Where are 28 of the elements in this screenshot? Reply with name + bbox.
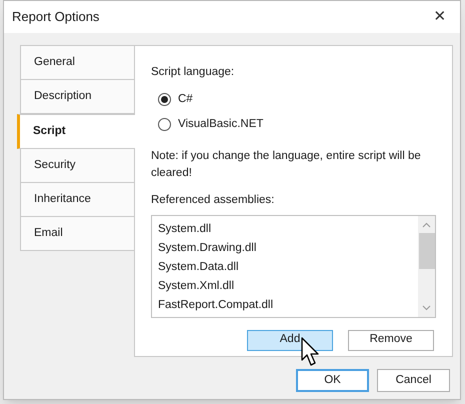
window-title: Report Options bbox=[12, 8, 100, 26]
tab[interactable]: Script bbox=[17, 114, 135, 149]
list-action-button[interactable]: Add bbox=[247, 330, 333, 350]
tab[interactable]: Description bbox=[20, 79, 135, 114]
section-label: Script language: bbox=[151, 65, 236, 80]
list-item[interactable]: System.Drawing.dll bbox=[158, 238, 418, 258]
tab[interactable]: General bbox=[20, 45, 135, 80]
assemblies-list[interactable]: System.dll System.Drawing.dll System.Data.dll System.Xml.dll FastReport.Compat.dll bbox=[151, 214, 436, 318]
radio-option[interactable]: VisualBasic.NET bbox=[158, 116, 436, 132]
radio-button[interactable] bbox=[158, 92, 171, 106]
list-action-button[interactable]: Remove bbox=[348, 330, 434, 350]
note-text: Note: if you change the language, entire script will be cleared! bbox=[151, 149, 422, 182]
scrollbar[interactable] bbox=[418, 216, 435, 316]
list-item[interactable]: FastReport.Compat.dll bbox=[158, 296, 418, 314]
section-label: Referenced assemblies: bbox=[151, 193, 276, 208]
close-button[interactable]: ✕ bbox=[426, 5, 454, 29]
radio-button[interactable] bbox=[158, 118, 171, 131]
dialog-button[interactable]: Cancel bbox=[377, 369, 450, 392]
list-item[interactable]: System.dll bbox=[158, 220, 418, 238]
list-item[interactable]: System.Xml.dll bbox=[158, 276, 418, 296]
dialog-button[interactable]: OK bbox=[296, 369, 369, 392]
tab[interactable]: Security bbox=[20, 148, 135, 183]
list-item[interactable]: System.Data.dll bbox=[158, 258, 418, 276]
scroll-up-icon[interactable] bbox=[422, 222, 431, 228]
scroll-down-icon[interactable] bbox=[422, 304, 431, 310]
tab[interactable]: Email bbox=[20, 216, 135, 251]
tab[interactable]: Inheritance bbox=[20, 182, 135, 217]
radio-option[interactable]: C# bbox=[158, 91, 436, 108]
